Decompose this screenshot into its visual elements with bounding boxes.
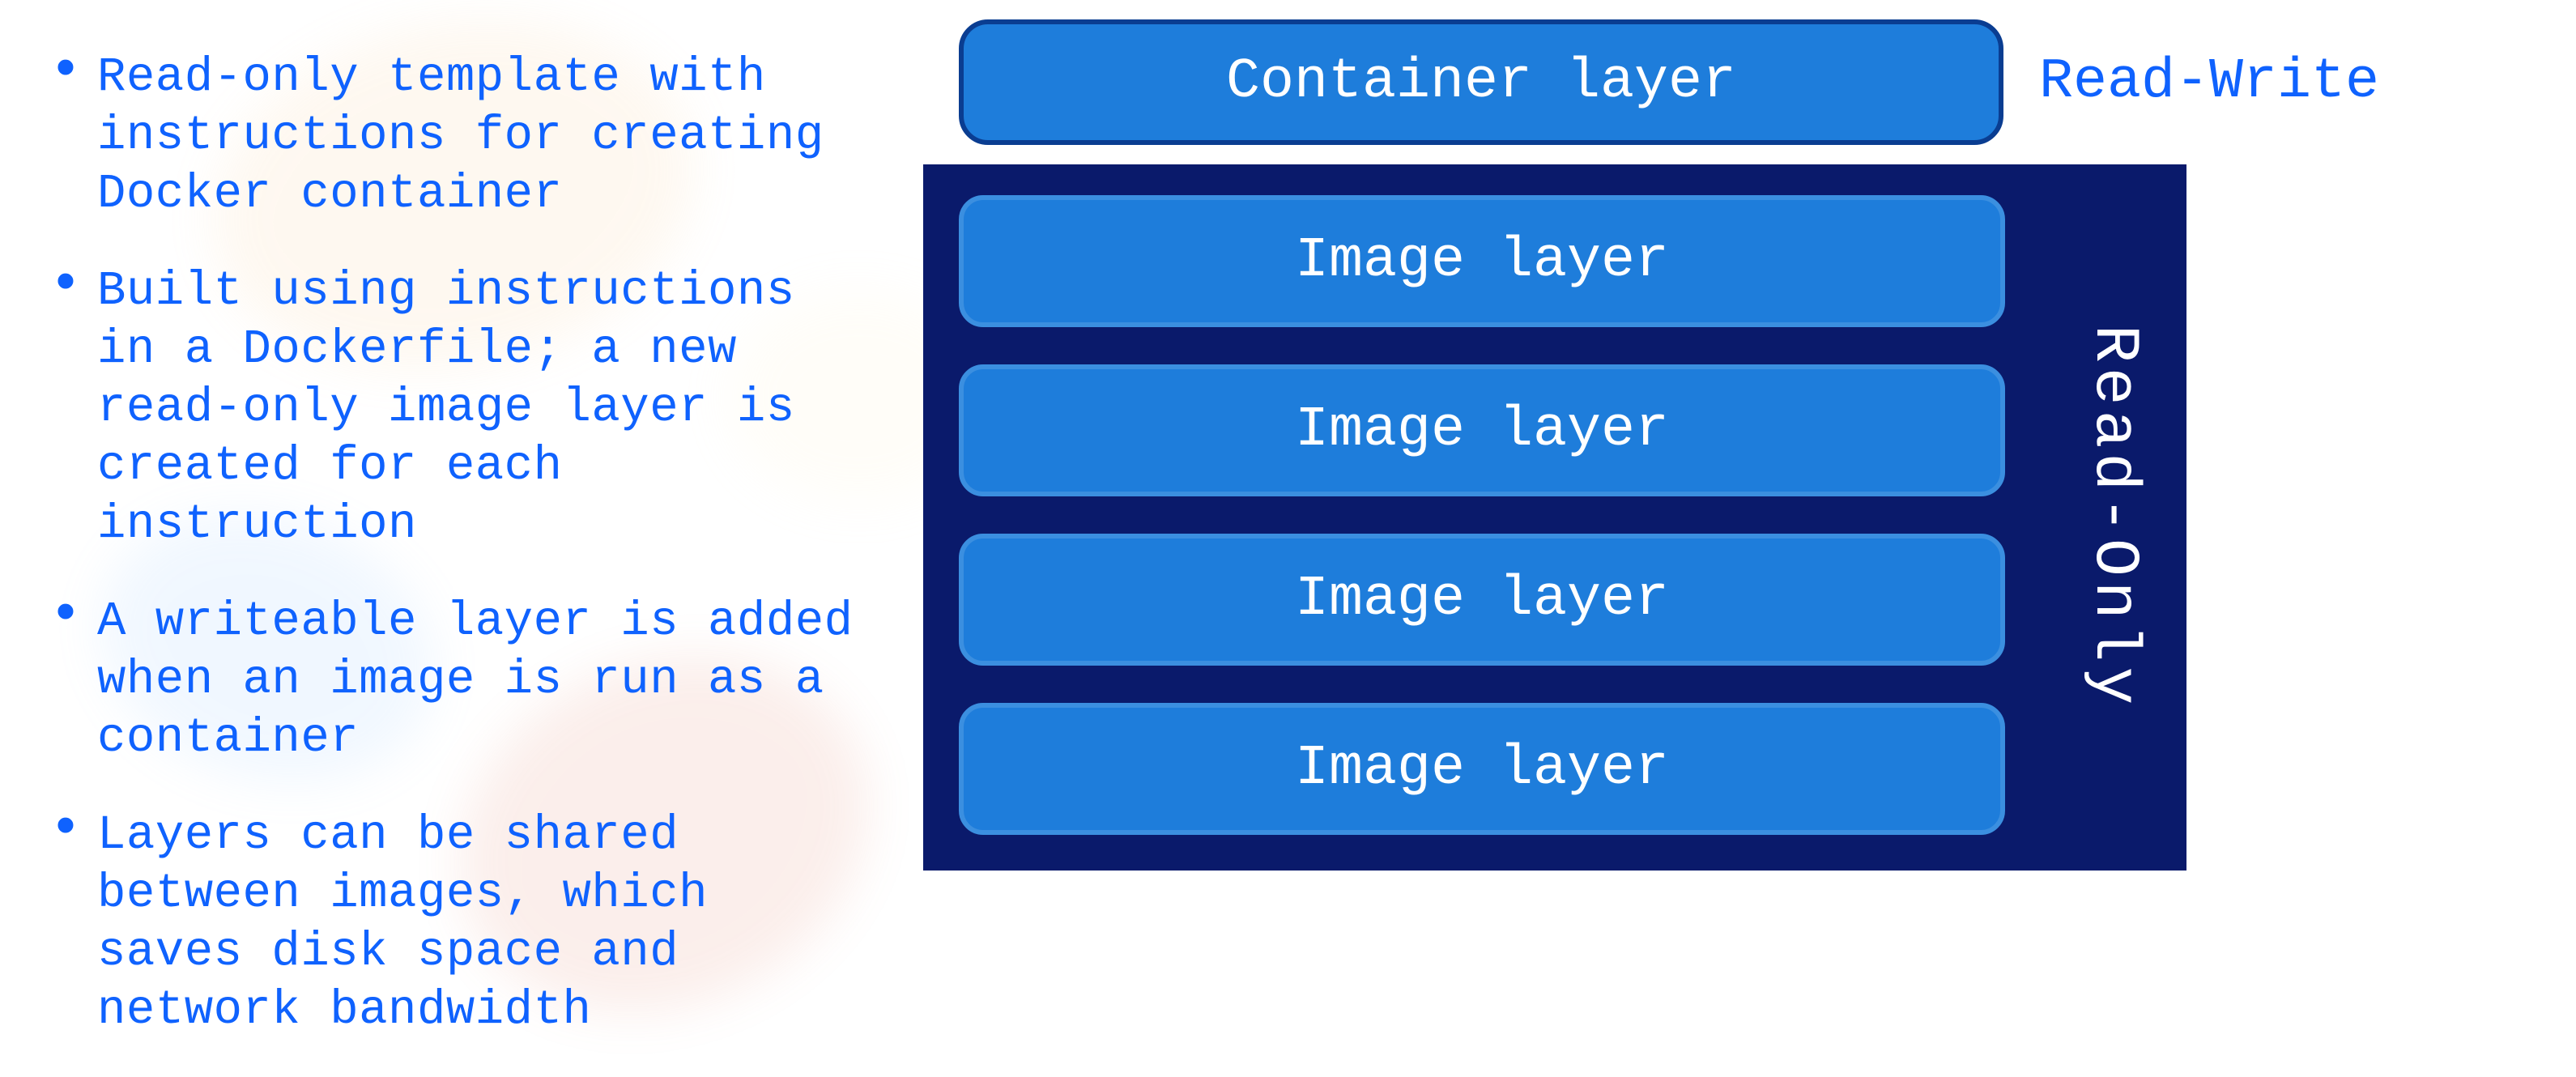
slide-content: Read-only template with instructions for… (0, 0, 2576, 1068)
image-layer-box: Image layer (959, 195, 2005, 327)
layers-diagram: Container layer Read-Write Image layer I… (923, 19, 2510, 871)
read-write-label: Read-Write (2039, 50, 2379, 114)
bullet-item: Built using instructions in a Dockerfile… (49, 262, 858, 554)
image-layer-box: Image layer (959, 703, 2005, 835)
bullet-item: Read-only template with instructions for… (49, 49, 858, 223)
bullet-list: Read-only template with instructions for… (49, 49, 858, 1040)
diagram-column: Container layer Read-Write Image layer I… (891, 0, 2576, 1068)
image-layers-row: Image layer Image layer Image layer Imag… (923, 164, 2510, 871)
bullet-item: A writeable layer is added when an image… (49, 593, 858, 768)
read-only-label: Read-Only (2041, 164, 2186, 871)
image-layer-box: Image layer (959, 534, 2005, 666)
image-layers-box: Image layer Image layer Image layer Imag… (923, 164, 2041, 871)
container-layer-row: Container layer Read-Write (923, 19, 2510, 145)
image-layer-box: Image layer (959, 364, 2005, 496)
bullet-list-column: Read-only template with instructions for… (0, 0, 891, 1068)
container-layer-box: Container layer (959, 19, 2003, 145)
bullet-item: Layers can be shared between images, whi… (49, 807, 858, 1040)
